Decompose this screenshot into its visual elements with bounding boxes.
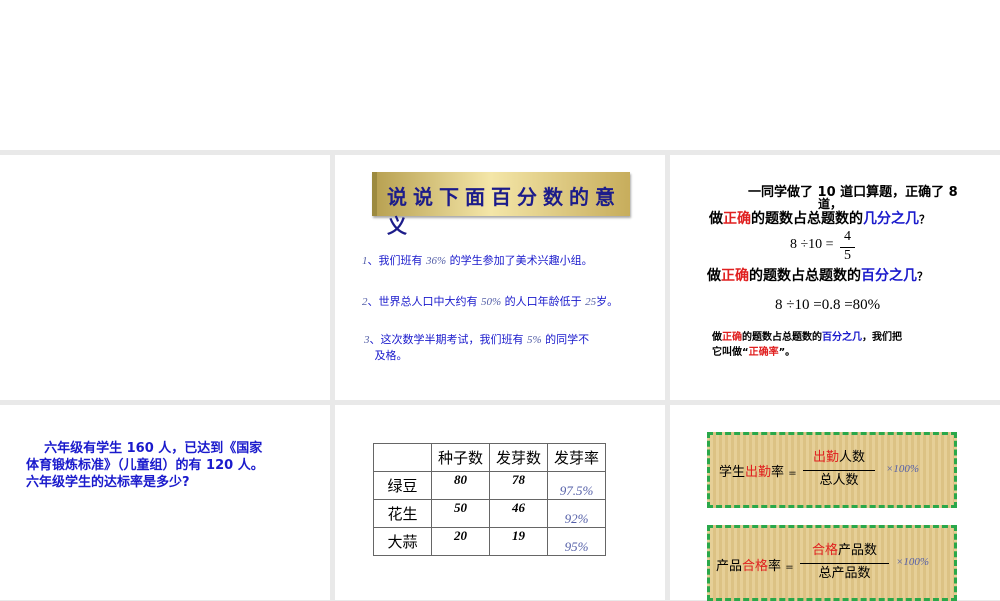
slide-title: 说说下面百分数的意义 — [387, 185, 621, 238]
cell: 绿豆 — [373, 471, 432, 500]
fraction: 合格产品数 总产品数 — [800, 541, 890, 584]
equation-1: 8 ÷10 = — [790, 237, 834, 252]
question-1: 做正确的题数占总题数的几分之几？ — [709, 211, 930, 227]
list-item: 1、我们班有 36% 的学生参加了美术兴趣小组。 — [362, 254, 593, 267]
cell: 97.5% — [547, 471, 606, 500]
summary-text: 做正确的题数占总题数的百分之几，我们把 它叫做“正确率”。 — [712, 332, 902, 358]
slide-thumbnail-1[interactable] — [0, 155, 330, 400]
list-item: 2、世界总人口中大约有 50% 的人口年龄低于 25岁。 — [362, 295, 619, 308]
formula-label: 学生出勤率 = — [719, 465, 797, 480]
table-row: 大蒜 20 19 95% — [373, 527, 606, 556]
list-item: 3、这次数学半期考试，我们班有 5% 的同学不 及格。 — [364, 333, 590, 362]
cell: 花生 — [373, 499, 432, 528]
cell: 19 — [489, 527, 548, 556]
scroll-title-banner: 说说下面百分数的意义 — [372, 172, 630, 238]
header-cell: 种子数 — [431, 443, 490, 472]
table-row: 花生 50 46 92% — [373, 499, 606, 528]
equation-2: 8 ÷10 =0.8 =80% — [775, 297, 881, 313]
formula-label: 产品合格率 = — [716, 559, 794, 574]
cell: 50 — [431, 499, 490, 528]
question-2: 做正确的题数占总题数的百分之几？ — [707, 268, 928, 284]
header-cell — [373, 443, 432, 472]
cell: 92% — [547, 499, 606, 528]
problem-text: 一同学做了 10 道口算题，正确了 8 — [748, 185, 958, 200]
cell: 大蒜 — [373, 527, 432, 556]
header-cell: 发芽率 — [547, 443, 606, 472]
multiplier: ×100% — [886, 463, 920, 475]
cell: 80 — [431, 471, 490, 500]
problem-text: 六年级有学生 160 人，已达到《国家 体育锻炼标准》（儿童组）的有 120 人。… — [26, 441, 264, 490]
header-cell: 发芽数 — [489, 443, 548, 472]
cell: 95% — [547, 527, 606, 556]
cell: 46 — [489, 499, 548, 528]
cell: 78 — [489, 471, 548, 500]
fraction: 出勤人数 总人数 — [803, 448, 876, 491]
multiplier: ×100% — [896, 556, 930, 568]
table-row: 绿豆 80 78 97.5% — [373, 471, 606, 500]
table-header-row: 种子数 发芽数 发芽率 — [373, 443, 606, 472]
slide-thumbnail-4[interactable] — [0, 405, 330, 600]
cell: 20 — [431, 527, 490, 556]
top-blank-area — [0, 0, 1000, 150]
germination-table: 种子数 发芽数 发芽率 绿豆 80 78 97.5% 花生 50 46 92% 大蒜 20 19 95… — [373, 443, 606, 556]
fraction: 45 — [840, 229, 855, 264]
